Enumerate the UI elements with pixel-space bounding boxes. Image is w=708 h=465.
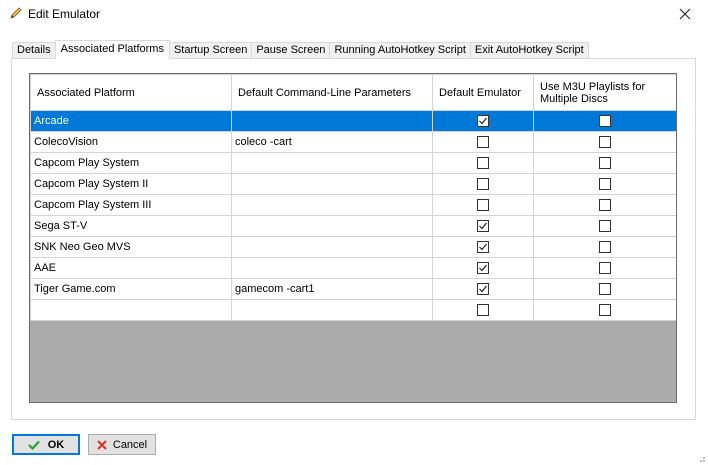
table-row[interactable]: Capcom Play System III <box>30 194 676 216</box>
default-emulator-cell <box>432 110 534 132</box>
tab-exit-autohotkey-script[interactable]: Exit AutoHotkey Script <box>469 42 589 59</box>
m3u-cell <box>533 299 676 321</box>
default-emulator-checkbox[interactable] <box>477 241 489 254</box>
m3u-checkbox[interactable] <box>599 304 611 317</box>
platform-cell[interactable]: Sega ST-V <box>30 215 232 237</box>
m3u-checkbox[interactable] <box>599 157 611 170</box>
tab-panel: Associated Platform Default Command-Line… <box>11 58 696 420</box>
params-cell[interactable]: coleco -cart <box>231 131 433 153</box>
platform-cell[interactable]: Capcom Play System III <box>30 194 232 216</box>
table-row[interactable]: AAE <box>30 257 676 279</box>
m3u-cell <box>533 110 676 132</box>
cancel-button[interactable]: Cancel <box>88 434 156 455</box>
header-row: Associated Platform Default Command-Line… <box>30 74 676 111</box>
default-emulator-cell <box>432 194 534 216</box>
table-row[interactable]: Capcom Play System <box>30 152 676 174</box>
cancel-label: Cancel <box>112 438 148 451</box>
platform-cell[interactable]: Tiger Game.com <box>30 278 232 300</box>
tab-startup-screen[interactable]: Startup Screen <box>168 42 253 59</box>
close-button[interactable] <box>662 0 708 28</box>
pencil-icon <box>8 5 24 21</box>
params-cell[interactable] <box>231 299 433 321</box>
default-emulator-checkbox[interactable] <box>477 283 489 296</box>
m3u-checkbox[interactable] <box>599 178 611 191</box>
column-header-params[interactable]: Default Command-Line Parameters <box>231 74 433 111</box>
params-cell[interactable] <box>231 215 433 237</box>
checkmark-icon <box>27 440 40 450</box>
m3u-cell <box>533 194 676 216</box>
default-emulator-cell <box>432 299 534 321</box>
params-cell[interactable] <box>231 152 433 174</box>
platform-cell[interactable]: AAE <box>30 257 232 279</box>
params-cell[interactable]: gamecom -cart1 <box>231 278 433 300</box>
platform-cell[interactable]: SNK Neo Geo MVS <box>30 236 232 258</box>
table-row[interactable]: Capcom Play System II <box>30 173 676 195</box>
default-emulator-cell <box>432 152 534 174</box>
default-emulator-checkbox[interactable] <box>477 262 489 275</box>
m3u-cell <box>533 152 676 174</box>
table-row[interactable]: ColecoVision coleco -cart <box>30 131 676 153</box>
params-cell[interactable] <box>231 236 433 258</box>
tab-strip: Details Associated Platforms Startup Scr… <box>12 40 589 59</box>
m3u-cell <box>533 215 676 237</box>
params-cell[interactable] <box>231 257 433 279</box>
default-emulator-cell <box>432 215 534 237</box>
m3u-cell <box>533 131 676 153</box>
platform-cell[interactable]: Capcom Play System <box>30 152 232 174</box>
platforms-grid[interactable]: Associated Platform Default Command-Line… <box>29 73 677 403</box>
platform-cell[interactable]: ColecoVision <box>30 131 232 153</box>
default-emulator-cell <box>432 173 534 195</box>
window-title: Edit Emulator <box>28 7 101 21</box>
default-emulator-checkbox[interactable] <box>477 220 489 233</box>
params-cell[interactable] <box>231 110 433 132</box>
m3u-checkbox[interactable] <box>599 115 611 128</box>
m3u-cell <box>533 257 676 279</box>
default-emulator-cell <box>432 278 534 300</box>
table-row[interactable]: Arcade <box>30 110 676 132</box>
m3u-checkbox[interactable] <box>599 283 611 296</box>
m3u-checkbox[interactable] <box>599 136 611 149</box>
m3u-checkbox[interactable] <box>599 199 611 212</box>
close-icon <box>679 8 691 20</box>
default-emulator-checkbox[interactable] <box>477 304 489 317</box>
params-cell[interactable] <box>231 194 433 216</box>
default-emulator-cell <box>432 257 534 279</box>
tab-details[interactable]: Details <box>12 42 56 59</box>
column-header-platform[interactable]: Associated Platform <box>30 74 232 111</box>
default-emulator-checkbox[interactable] <box>477 178 489 191</box>
tab-running-autohotkey-script[interactable]: Running AutoHotkey Script <box>329 42 471 59</box>
platforms-table: Associated Platform Default Command-Line… <box>30 74 676 321</box>
table-row[interactable]: Sega ST-V <box>30 215 676 237</box>
grid-body: Arcade ColecoVision coleco -cart Capcom Pla… <box>30 110 676 321</box>
ok-button[interactable]: OK <box>12 434 80 455</box>
m3u-checkbox[interactable] <box>599 262 611 275</box>
default-emulator-checkbox[interactable] <box>477 136 489 149</box>
ok-label: OK <box>47 438 65 451</box>
platform-cell[interactable]: Arcade <box>30 110 232 132</box>
tab-associated-platforms[interactable]: Associated Platforms <box>54 40 170 59</box>
platform-cell[interactable]: Capcom Play System II <box>30 173 232 195</box>
default-emulator-cell <box>432 131 534 153</box>
default-emulator-checkbox[interactable] <box>477 115 489 128</box>
default-emulator-checkbox[interactable] <box>477 157 489 170</box>
column-header-m3u[interactable]: Use M3U Playlists for Multiple Discs <box>533 74 676 111</box>
table-row[interactable]: Tiger Game.com gamecom -cart1 <box>30 278 676 300</box>
m3u-checkbox[interactable] <box>599 220 611 233</box>
x-icon <box>97 439 107 450</box>
m3u-cell <box>533 236 676 258</box>
params-cell[interactable] <box>231 173 433 195</box>
title-bar: Edit Emulator <box>0 0 708 30</box>
m3u-cell <box>533 173 676 195</box>
default-emulator-cell <box>432 236 534 258</box>
table-row[interactable]: SNK Neo Geo MVS <box>30 236 676 258</box>
resize-grip[interactable] <box>696 453 706 463</box>
platform-cell[interactable] <box>30 299 232 321</box>
default-emulator-checkbox[interactable] <box>477 199 489 212</box>
m3u-cell <box>533 278 676 300</box>
table-row[interactable] <box>30 299 676 321</box>
column-header-default-emulator[interactable]: Default Emulator <box>432 74 534 111</box>
m3u-checkbox[interactable] <box>599 241 611 254</box>
tab-pause-screen[interactable]: Pause Screen <box>251 42 331 59</box>
